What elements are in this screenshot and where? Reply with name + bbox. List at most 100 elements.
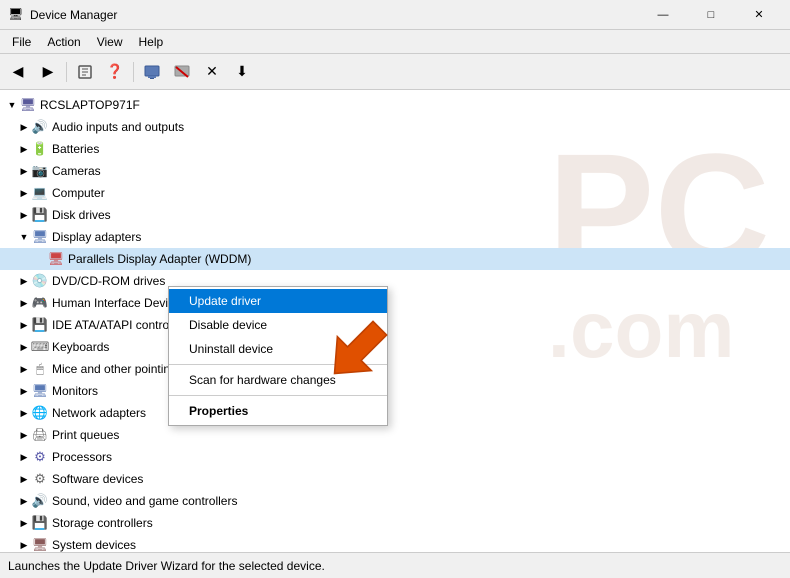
tree-item-processors[interactable]: ▶ ⚙ Processors: [0, 446, 790, 468]
print-label: Print queues: [52, 428, 119, 442]
menu-action[interactable]: Action: [39, 33, 88, 51]
toolbar-back[interactable]: ◀: [4, 58, 32, 86]
audio-expander: ▶: [16, 119, 32, 135]
toolbar: ◀ ▶ ❓ ✕ ⬇: [0, 54, 790, 90]
tree-item-parallels[interactable]: 🖥 Parallels Display Adapter (WDDM): [0, 248, 790, 270]
tree-item-disk[interactable]: ▶ 💾 Disk drives: [0, 204, 790, 226]
print-icon: 🖨: [32, 427, 48, 443]
disk-icon: 💾: [32, 207, 48, 223]
dvd-expander: ▶: [16, 273, 32, 289]
software-label: Software devices: [52, 472, 143, 486]
sound-expander: ▶: [16, 493, 32, 509]
tree-item-hid[interactable]: ▶ 🎮 Human Interface Devices: [0, 292, 790, 314]
sound-icon: 🔊: [32, 493, 48, 509]
maximize-button[interactable]: □: [688, 0, 734, 30]
batteries-expander: ▶: [16, 141, 32, 157]
tree-item-monitors[interactable]: ▶ 🖥 Monitors: [0, 380, 790, 402]
tree-item-network[interactable]: ▶ 🌐 Network adapters: [0, 402, 790, 424]
hid-label: Human Interface Devices: [52, 296, 187, 310]
network-icon: 🌐: [32, 405, 48, 421]
processors-icon: ⚙: [32, 449, 48, 465]
toolbar-uninstall[interactable]: ✕: [198, 58, 226, 86]
menu-view[interactable]: View: [89, 33, 131, 51]
status-bar: Launches the Update Driver Wizard for th…: [0, 552, 790, 578]
main-area: PC .com ▼ 🖥 RCSLAPTOP971F ▶ 🔊 Audio inpu…: [0, 90, 790, 552]
system-expander: ▶: [16, 537, 32, 552]
dvd-label: DVD/CD-ROM drives: [52, 274, 165, 288]
tree-item-batteries[interactable]: ▶ 🔋 Batteries: [0, 138, 790, 160]
tree-item-ide[interactable]: ▶ 💾 IDE ATA/ATAPI controllers: [0, 314, 790, 336]
context-menu: Update driver Disable device Uninstall d…: [168, 286, 388, 426]
menu-bar: File Action View Help: [0, 30, 790, 54]
computer-expander: ▶: [16, 185, 32, 201]
ctx-scan-hardware[interactable]: Scan for hardware changes: [169, 368, 387, 392]
minimize-button[interactable]: —: [640, 0, 686, 30]
root-label: RCSLAPTOP971F: [40, 98, 140, 112]
close-button[interactable]: ✕: [736, 0, 782, 30]
ide-expander: ▶: [16, 317, 32, 333]
tree-item-sound[interactable]: ▶ 🔊 Sound, video and game controllers: [0, 490, 790, 512]
monitors-expander: ▶: [16, 383, 32, 399]
toolbar-scan[interactable]: ⬇: [228, 58, 256, 86]
toolbar-update-driver[interactable]: [138, 58, 166, 86]
system-label: System devices: [52, 538, 136, 552]
cameras-expander: ▶: [16, 163, 32, 179]
software-icon: ⚙: [32, 471, 48, 487]
toolbar-properties[interactable]: [71, 58, 99, 86]
mice-expander: ▶: [16, 361, 32, 377]
hid-expander: ▶: [16, 295, 32, 311]
keyboards-expander: ▶: [16, 339, 32, 355]
storage-label: Storage controllers: [52, 516, 153, 530]
tree-item-system[interactable]: ▶ 🖥 System devices: [0, 534, 790, 552]
ctx-uninstall-device[interactable]: Uninstall device: [169, 337, 387, 361]
audio-label: Audio inputs and outputs: [52, 120, 184, 134]
batteries-icon: 🔋: [32, 141, 48, 157]
network-expander: ▶: [16, 405, 32, 421]
tree-item-cameras[interactable]: ▶ 📷 Cameras: [0, 160, 790, 182]
parallels-icon: 🖥: [48, 251, 64, 267]
menu-help[interactable]: Help: [131, 33, 172, 51]
tree-item-audio[interactable]: ▶ 🔊 Audio inputs and outputs: [0, 116, 790, 138]
toolbar-disable[interactable]: [168, 58, 196, 86]
storage-icon: 💾: [32, 515, 48, 531]
keyboards-icon: ⌨: [32, 339, 48, 355]
mice-icon: 🖱: [32, 361, 48, 377]
processors-expander: ▶: [16, 449, 32, 465]
ctx-update-driver[interactable]: Update driver: [169, 289, 387, 313]
cameras-icon: 📷: [32, 163, 48, 179]
keyboards-label: Keyboards: [52, 340, 109, 354]
tree-item-software[interactable]: ▶ ⚙ Software devices: [0, 468, 790, 490]
batteries-label: Batteries: [52, 142, 99, 156]
display-label: Display adapters: [52, 230, 141, 244]
tree-item-keyboards[interactable]: ▶ ⌨ Keyboards: [0, 336, 790, 358]
tree-item-computer[interactable]: ▶ 💻 Computer: [0, 182, 790, 204]
computer-label: Computer: [52, 186, 105, 200]
parallels-expander: [32, 251, 48, 267]
toolbar-help[interactable]: ❓: [101, 58, 129, 86]
disk-expander: ▶: [16, 207, 32, 223]
window-controls: — □ ✕: [640, 0, 782, 30]
window-title: Device Manager: [30, 8, 117, 22]
tree-item-storage[interactable]: ▶ 💾 Storage controllers: [0, 512, 790, 534]
toolbar-sep-2: [133, 62, 134, 82]
status-text: Launches the Update Driver Wizard for th…: [8, 559, 325, 573]
disk-label: Disk drives: [52, 208, 111, 222]
root-icon: 🖥: [20, 97, 36, 113]
ctx-properties[interactable]: Properties: [169, 399, 387, 423]
tree-item-print[interactable]: ▶ 🖨 Print queues: [0, 424, 790, 446]
ctx-separator-2: [169, 395, 387, 396]
tree-item-display[interactable]: ▼ 🖥 Display adapters: [0, 226, 790, 248]
toolbar-forward[interactable]: ▶: [34, 58, 62, 86]
ctx-disable-device[interactable]: Disable device: [169, 313, 387, 337]
computer-icon: 💻: [32, 185, 48, 201]
root-expander: ▼: [4, 97, 20, 113]
storage-expander: ▶: [16, 515, 32, 531]
software-expander: ▶: [16, 471, 32, 487]
tree-root[interactable]: ▼ 🖥 RCSLAPTOP971F: [0, 94, 790, 116]
monitors-icon: 🖥: [32, 383, 48, 399]
tree-item-mice[interactable]: ▶ 🖱 Mice and other pointing devices: [0, 358, 790, 380]
ctx-separator: [169, 364, 387, 365]
device-tree[interactable]: PC .com ▼ 🖥 RCSLAPTOP971F ▶ 🔊 Audio inpu…: [0, 90, 790, 552]
menu-file[interactable]: File: [4, 33, 39, 51]
tree-item-dvd[interactable]: ▶ 💿 DVD/CD-ROM drives: [0, 270, 790, 292]
